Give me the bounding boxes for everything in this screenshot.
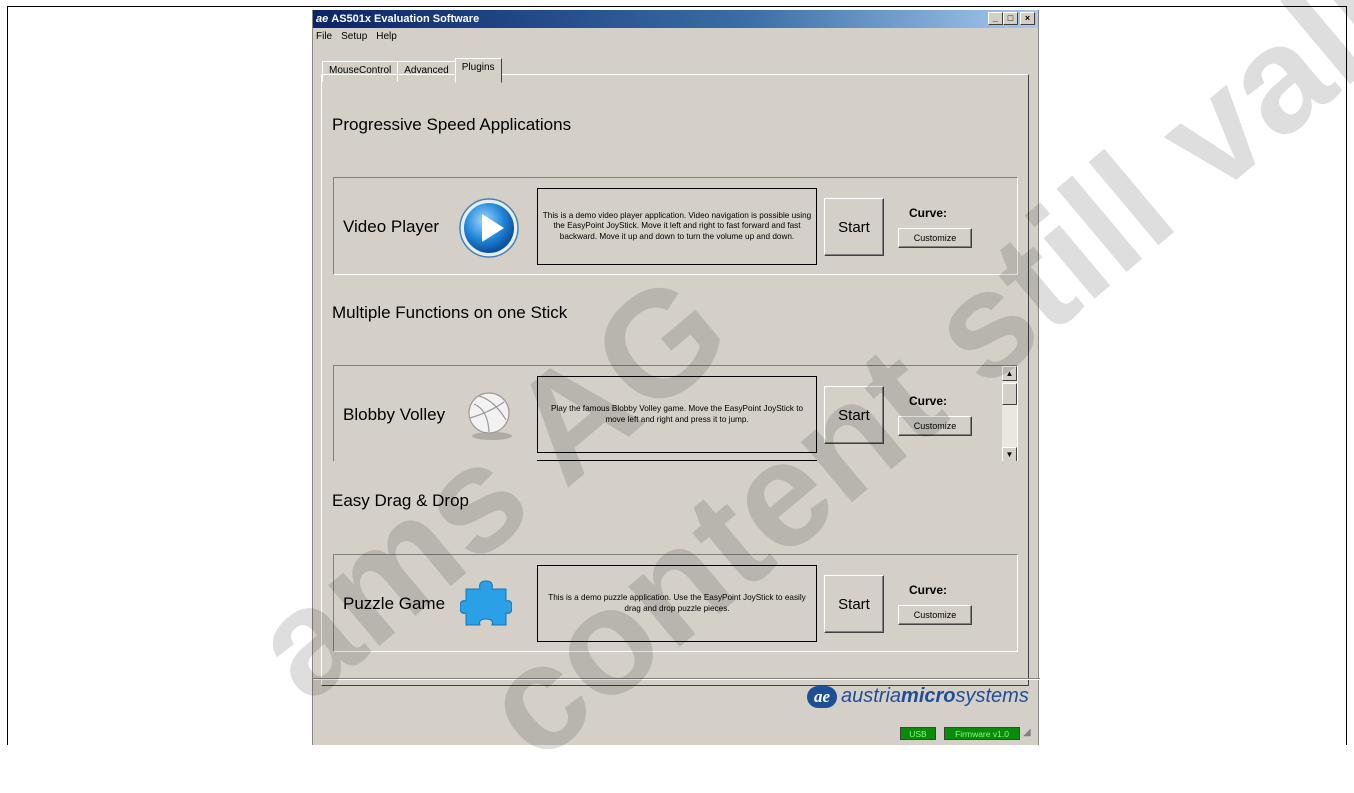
customize-button[interactable]: Customize <box>898 416 972 436</box>
title-bar: ae AS501x Evaluation Software _ □ × <box>313 10 1038 28</box>
app-name: Blobby Volley <box>343 405 446 424</box>
play-icon <box>459 198 519 258</box>
scroll-down-icon[interactable]: ▼ <box>1002 447 1017 461</box>
curve-label: Curve: <box>909 583 948 597</box>
customize-button[interactable]: Customize <box>898 228 972 248</box>
curve-label: Curve: <box>909 206 948 220</box>
puzzle-game-group: Puzzle Game This is a demo puzzle applic… <box>333 554 1018 652</box>
app-logo-icon: ae <box>316 13 329 25</box>
next-item-edge <box>537 460 817 461</box>
description-box: This is a demo video player application.… <box>537 188 817 265</box>
section-heading-progressive-speed: Progressive Speed Applications <box>332 115 572 134</box>
scroll-up-icon[interactable]: ▲ <box>1002 366 1017 381</box>
window-controls: _ □ × <box>988 12 1035 25</box>
section-heading-drag-drop: Easy Drag & Drop <box>332 491 469 510</box>
minimize-button[interactable]: _ <box>988 12 1003 25</box>
description-box: This is a demo puzzle application. Use t… <box>537 565 817 642</box>
menu-help[interactable]: Help <box>376 31 397 42</box>
volleyball-icon <box>468 392 512 440</box>
firmware-status-indicator: Firmware v1.0 <box>944 727 1020 740</box>
close-button[interactable]: × <box>1020 12 1035 25</box>
maximize-button[interactable]: □ <box>1003 12 1018 25</box>
puzzle-icon <box>460 580 512 626</box>
video-player-group: Video Player This is a demo video player… <box>333 177 1018 275</box>
tab-plugins[interactable]: Plugins <box>454 58 502 83</box>
menu-bar: File Setup Help <box>313 28 1038 45</box>
footer-separator <box>313 678 1040 680</box>
start-button[interactable]: Start <box>824 386 884 444</box>
plugin-list-scrollbar[interactable]: ▲ ▼ <box>1002 366 1017 461</box>
blobby-volley-group: Blobby Volley Play the famous Blobby Vol… <box>333 365 1018 461</box>
menu-file[interactable]: File <box>316 31 332 42</box>
description-box: Play the famous Blobby Volley game. Move… <box>537 376 817 453</box>
resize-grip-icon[interactable]: ◢ <box>1023 727 1035 739</box>
brand-logo: ae austriamicrosystems <box>807 685 1029 708</box>
app-window: ae AS501x Evaluation Software _ □ × File… <box>312 10 1040 745</box>
start-button[interactable]: Start <box>824 575 884 633</box>
menu-setup[interactable]: Setup <box>341 31 367 42</box>
start-button[interactable]: Start <box>824 198 884 256</box>
window-title: AS501x Evaluation Software <box>331 13 480 25</box>
app-name: Video Player <box>343 217 440 236</box>
section-heading-multiple-functions: Multiple Functions on one Stick <box>332 303 568 322</box>
app-name: Puzzle Game <box>343 594 446 613</box>
brand-mark-icon: ae <box>807 685 837 708</box>
plugins-panel: Progressive Speed Applications Video Pla… <box>321 74 1029 686</box>
brand-name: austriamicrosystems <box>841 685 1029 707</box>
usb-status-indicator: USB <box>900 727 936 740</box>
curve-label: Curve: <box>909 394 948 408</box>
customize-button[interactable]: Customize <box>898 605 972 625</box>
scroll-thumb[interactable] <box>1002 383 1017 405</box>
